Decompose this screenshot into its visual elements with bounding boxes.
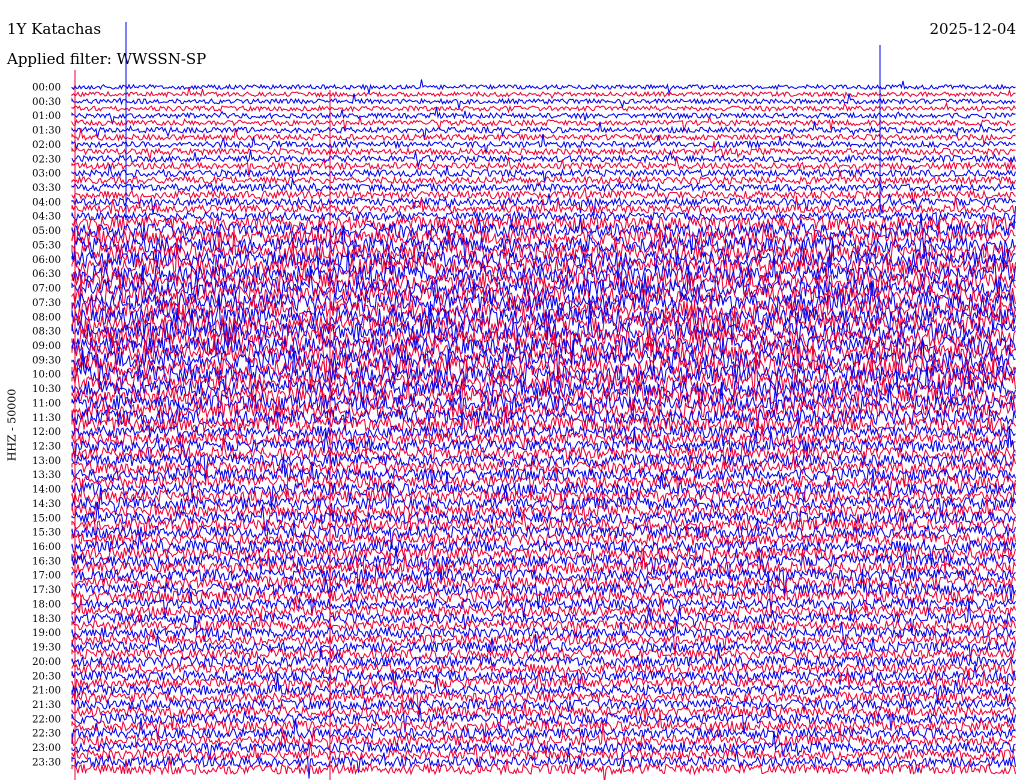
trace-0015 [71, 86, 1016, 100]
helicorder-plot: 00:00 00:30 01:00 01:30 02:00 02:30 03:00 03:30… [32, 22, 1016, 780]
tick-label: 20:30 [32, 671, 61, 682]
trace-1615 [71, 542, 1016, 573]
tick-label: 19:30 [32, 643, 61, 654]
tick-label: 10:00 [32, 370, 61, 381]
tick-label: 07:30 [32, 298, 61, 309]
tick-label: 09:30 [32, 355, 61, 366]
trace-group [71, 22, 1016, 780]
trace-0000 [71, 79, 1016, 95]
tick-label: 23:30 [32, 757, 61, 768]
tick-label: 04:30 [32, 212, 61, 223]
tick-label: 05:00 [32, 226, 61, 237]
trace-0215 [71, 141, 1016, 161]
tick-label: 15:00 [32, 513, 61, 524]
tick-label: 14:00 [32, 485, 61, 496]
tick-label: 09:00 [32, 341, 61, 352]
tick-label: 20:00 [32, 657, 61, 668]
trace-1830 [71, 601, 1016, 634]
tick-label: 04:00 [32, 197, 61, 208]
tick-label: 02:00 [32, 140, 61, 151]
tick-label: 13:00 [32, 456, 61, 467]
tick-label: 23:00 [32, 743, 61, 754]
tick-label: 15:30 [32, 528, 61, 539]
tick-label: 11:00 [32, 398, 61, 409]
tick-label: 14:30 [32, 499, 61, 510]
tick-label: 00:30 [32, 97, 61, 108]
tick-label: 05:30 [32, 241, 61, 252]
tick-label: 17:00 [32, 571, 61, 582]
tick-label: 17:30 [32, 585, 61, 596]
tick-label: 13:30 [32, 470, 61, 481]
tick-label: 16:30 [32, 556, 61, 567]
tick-label: 22:00 [32, 714, 61, 725]
trace-0445 [71, 214, 1016, 233]
tick-label: 11:30 [32, 413, 61, 424]
tick-label: 00:00 [32, 83, 61, 94]
trace-2215 [71, 711, 1016, 744]
tick-label: 08:00 [32, 312, 61, 323]
tick-label: 10:30 [32, 384, 61, 395]
tick-label: 01:30 [32, 126, 61, 137]
tick-label: 08:30 [32, 327, 61, 338]
tick-label: 03:30 [32, 183, 61, 194]
tick-label-group: 00:00 00:30 01:00 01:30 02:00 02:30 03:00 03:30… [32, 83, 61, 769]
tick-label: 18:00 [32, 600, 61, 611]
tick-label: 12:00 [32, 427, 61, 438]
tick-label: 18:30 [32, 614, 61, 625]
tick-label: 22:30 [32, 729, 61, 740]
tick-label: 12:30 [32, 442, 61, 453]
trace-2345 [71, 756, 1016, 780]
tick-label: 01:00 [32, 111, 61, 122]
trace-2330 [71, 748, 1016, 779]
tick-label: 21:30 [32, 700, 61, 711]
tick-label: 07:00 [32, 284, 61, 295]
tick-label: 02:30 [32, 154, 61, 165]
tick-label: 19:00 [32, 628, 61, 639]
tick-label: 21:00 [32, 686, 61, 697]
tick-label: 06:00 [32, 255, 61, 266]
tick-label: 03:00 [32, 169, 61, 180]
tick-label: 16:00 [32, 542, 61, 553]
trace-0045 [71, 101, 1016, 114]
tick-label: 06:30 [32, 269, 61, 280]
